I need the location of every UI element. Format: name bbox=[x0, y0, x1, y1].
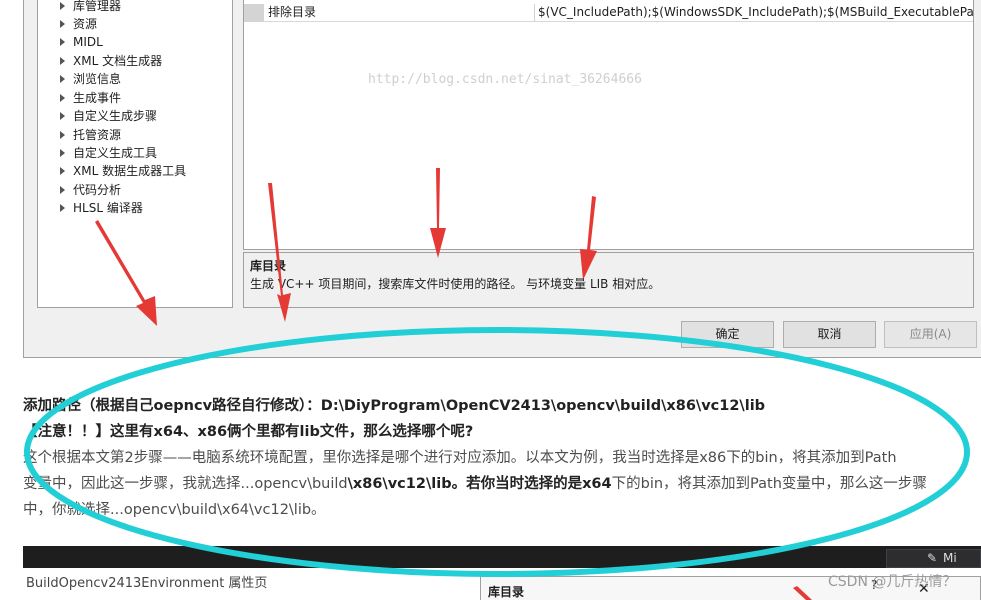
vs-dark-toolbar: ✎ Mi bbox=[23, 546, 981, 568]
wrench-icon: ✎ bbox=[927, 551, 938, 565]
tree-item-custom-build-tool[interactable]: 自定义生成工具 bbox=[60, 144, 157, 162]
tree-item-build-events[interactable]: 生成事件 bbox=[60, 89, 121, 107]
ok-button[interactable]: 确定 bbox=[681, 321, 774, 348]
column-divider[interactable] bbox=[534, 4, 535, 22]
window-title: BuildOpencv2413Environment 属性页 bbox=[26, 576, 268, 591]
add-path-heading: 添加路径（根据自己oepncv路径自行修改）：D:\DiyProgram\Ope… bbox=[23, 398, 766, 414]
tree-item-xml-doc[interactable]: XML 文档生成器 bbox=[60, 52, 162, 70]
property-grid: 排除目录 $(VC_IncludePath);$(WindowsSDK_Incl… bbox=[243, 0, 974, 250]
tree-item-lib-manager[interactable]: 库管理器 bbox=[60, 0, 121, 15]
property-row-exclude-dirs[interactable]: 排除目录 $(VC_IncludePath);$(WindowsSDK_Incl… bbox=[244, 4, 973, 22]
expand-arrow-icon[interactable] bbox=[60, 186, 65, 194]
cancel-button[interactable]: 取消 bbox=[783, 321, 876, 348]
paragraph-line-2: 变量中，因此这一步骤，我就选择...opencv\build\x86\vc12\… bbox=[23, 476, 927, 492]
tree-item-xml-data-gen[interactable]: XML 数据生成器工具 bbox=[60, 162, 186, 180]
expand-arrow-icon[interactable] bbox=[60, 204, 65, 212]
row-gutter bbox=[244, 4, 264, 22]
tree-item-midl[interactable]: MIDL bbox=[60, 33, 103, 51]
expand-arrow-icon[interactable] bbox=[60, 75, 65, 83]
description-text: 生成 VC++ 项目期间，搜索库文件时使用的路径。 与环境变量 LIB 相对应。 bbox=[250, 277, 661, 291]
csdn-watermark: CSDN @几斤热情？ bbox=[828, 574, 957, 590]
paragraph-line-1: 这个根据本文第2步骤——电脑系统环境配置，里你选择是哪个进行对应添加。以本文为例… bbox=[23, 450, 897, 466]
expand-arrow-icon[interactable] bbox=[60, 167, 65, 175]
expand-arrow-icon[interactable] bbox=[60, 131, 65, 139]
property-value[interactable]: $(VC_IncludePath);$(WindowsSDK_IncludePa… bbox=[538, 4, 973, 21]
tree-item-hlsl-compiler[interactable]: HLSL 编译器 bbox=[60, 199, 143, 217]
expand-arrow-icon[interactable] bbox=[60, 94, 65, 102]
description-title: 库目录 bbox=[250, 259, 287, 273]
property-name: 排除目录 bbox=[268, 5, 317, 19]
article-body: 添加路径（根据自己oepncv路径自行修改）：D:\DiyProgram\Ope… bbox=[23, 393, 981, 523]
bold-path-text: \x86\vc12\lib。若你当时选择的是x64 bbox=[347, 476, 612, 492]
apply-button[interactable]: 应用(A) bbox=[884, 321, 977, 348]
config-tree: 库管理器 资源 MIDL XML 文档生成器 浏览信息 生成事件 自定义生成步骤… bbox=[37, 0, 233, 308]
paragraph-line-3: 中，你就选择...opencv\build\x64\vc12\lib。 bbox=[23, 502, 326, 518]
inner-dialog-title: 库目录 bbox=[488, 585, 525, 599]
expand-arrow-icon[interactable] bbox=[60, 20, 65, 28]
tree-item-resources[interactable]: 资源 bbox=[60, 15, 97, 33]
description-panel: 库目录 生成 VC++ 项目期间，搜索库文件时使用的路径。 与环境变量 LIB … bbox=[243, 252, 974, 308]
tree-item-managed-resources[interactable]: 托管资源 bbox=[60, 126, 121, 144]
tree-item-browse-info[interactable]: 浏览信息 bbox=[60, 70, 121, 88]
note-heading: 【注意！！】这里有x64、x86俩个里都有lib文件，那么选择哪个呢? bbox=[23, 424, 474, 440]
expand-arrow-icon[interactable] bbox=[60, 2, 65, 10]
expand-arrow-icon[interactable] bbox=[60, 38, 65, 46]
property-pages-dialog: 库管理器 资源 MIDL XML 文档生成器 浏览信息 生成事件 自定义生成步骤… bbox=[23, 0, 981, 358]
expand-arrow-icon[interactable] bbox=[60, 112, 65, 120]
tree-item-code-analysis[interactable]: 代码分析 bbox=[60, 181, 121, 199]
tree-item-custom-build-step[interactable]: 自定义生成步骤 bbox=[60, 107, 157, 125]
expand-arrow-icon[interactable] bbox=[60, 149, 65, 157]
dark-tab[interactable]: ✎ Mi bbox=[886, 549, 981, 568]
expand-arrow-icon[interactable] bbox=[60, 57, 65, 65]
blog-watermark: http://blog.csdn.net/sinat_36264666 bbox=[368, 72, 642, 87]
